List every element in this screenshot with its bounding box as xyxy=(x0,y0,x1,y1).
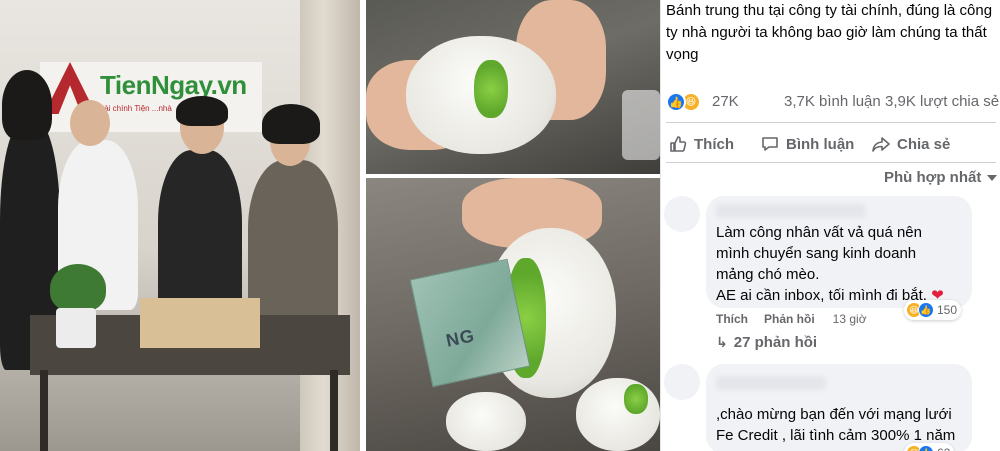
comment-timestamp[interactable]: 13 giờ xyxy=(833,312,867,326)
like-icon: 👍 xyxy=(918,445,934,451)
replies-label: 27 phản hồi xyxy=(733,334,818,351)
like-button-label: Thích xyxy=(694,135,734,153)
bun-filling xyxy=(474,60,508,118)
sort-label: Phù hợp nhất xyxy=(884,169,982,186)
person-patterned-shirt xyxy=(248,160,338,330)
comment-author-name[interactable] xyxy=(716,376,826,390)
table-leg xyxy=(330,370,338,451)
comment-reaction-count: 62 xyxy=(937,446,950,451)
steamed-bun xyxy=(576,378,660,451)
post-photo-collage[interactable]: TienNgay.vn tài chính Tiện ...nhà NG xyxy=(0,0,660,451)
office-sign-text: TienNgay.vn xyxy=(100,70,247,100)
comment-line: Làm công nhân vất vả quá nên xyxy=(716,224,922,241)
divider xyxy=(666,122,996,123)
bun-filling xyxy=(624,384,648,414)
bun-photo-top[interactable] xyxy=(366,0,660,174)
share-button[interactable]: Chia sẻ xyxy=(871,130,950,158)
avatar[interactable] xyxy=(664,196,700,232)
comment-meta: Thích Phản hồi 13 giờ xyxy=(716,312,867,326)
comment-text: Làm công nhân vất vả quá nên mình chuyển… xyxy=(716,222,944,306)
bun-photo-bottom[interactable]: NG xyxy=(366,178,660,451)
comment-icon xyxy=(762,137,778,151)
like-icon: 👍 xyxy=(666,92,686,112)
comment-line-text: AE ai cần inbox, tối mình đi bắt. xyxy=(716,287,927,304)
office-photo[interactable]: TienNgay.vn tài chính Tiện ...nhà xyxy=(0,0,360,451)
plant-pot xyxy=(56,308,96,348)
person-patterned-shirt-hair xyxy=(262,104,320,144)
comment-count[interactable]: 3,7K bình luận xyxy=(784,93,881,110)
steamed-bun xyxy=(446,392,526,451)
like-icon: 👍 xyxy=(918,302,934,318)
table-leg xyxy=(40,370,48,451)
view-replies-link[interactable]: ↳ 27 phản hồi xyxy=(716,334,817,351)
share-icon xyxy=(872,137,890,152)
comment-line: mình chuyển sang kinh doanh xyxy=(716,245,917,262)
share-count[interactable]: 3,9K lượt chia sẻ xyxy=(885,93,999,110)
divider xyxy=(666,162,996,163)
post-caption: Bánh trung thu tại công ty tài chính, đú… xyxy=(666,2,993,63)
comment-reaction-count: 150 xyxy=(937,303,958,317)
comment-author-name[interactable] xyxy=(716,204,866,218)
reaction-count[interactable]: 27K xyxy=(712,93,739,110)
like-button[interactable]: Thích xyxy=(668,130,734,158)
comment-sort-dropdown[interactable]: Phù hợp nhất xyxy=(884,169,998,186)
comment-reply-link[interactable]: Phản hồi xyxy=(764,312,815,326)
mooncake-box xyxy=(140,298,260,348)
plant xyxy=(50,264,106,312)
comment-button-label: Bình luận xyxy=(786,135,855,153)
person-left-hair xyxy=(2,70,52,140)
comment-like-link[interactable]: Thích xyxy=(716,312,748,326)
thumbs-up-icon xyxy=(670,136,687,152)
avatar[interactable] xyxy=(664,364,700,400)
plastic-bag xyxy=(622,90,660,160)
person-white-shirt-head xyxy=(70,100,110,146)
comment-reactions[interactable]: 😆 👍 62 xyxy=(904,443,955,451)
person-black-jacket-hair xyxy=(176,96,228,126)
office-sign-subtext: tài chính Tiện ...nhà xyxy=(102,104,172,113)
comment-line: ,chào mừng bạn đến với mạng lưới xyxy=(716,406,952,423)
share-button-label: Chia sẻ xyxy=(897,135,951,153)
caret-down-icon xyxy=(987,174,998,181)
comment-line: mảng chó mèo. xyxy=(716,266,820,283)
reply-arrow-icon: ↳ xyxy=(716,334,728,350)
comment-button[interactable]: Bình luận xyxy=(760,130,854,158)
post-reaction-summary[interactable]: 👍 😆 27K 3,7K bình luận 3,9K lượt chia sẻ xyxy=(666,90,1000,114)
comment-text: ,chào mừng bạn đến với mạng lưới Fe Cred… xyxy=(716,404,955,446)
comment-reactions[interactable]: 😆 👍 150 xyxy=(904,300,962,320)
